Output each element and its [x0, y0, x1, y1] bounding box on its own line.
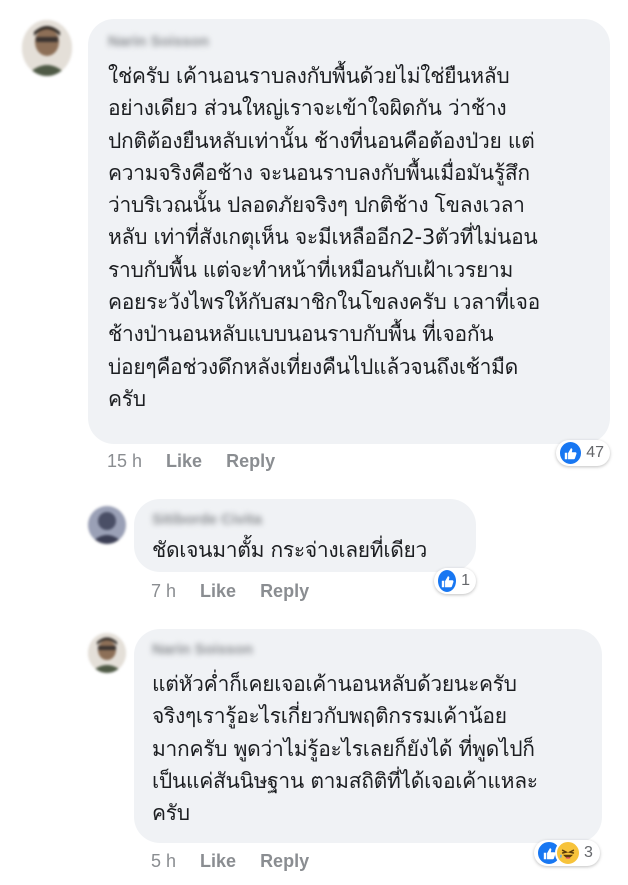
reply-button[interactable]: Reply — [260, 581, 309, 602]
comment-text: ใช่ครับ เค้านอนราบลงกับพื้นด้วยไม่ใช่ยืน… — [108, 60, 610, 415]
comment-bubble: Sitiborde Civita ชัดเจนมาตั้ม กระจ่างเลย… — [134, 499, 476, 572]
like-reaction-icon — [436, 568, 459, 594]
comment-text-line: เป็นแค่สันนิษฐาน ตามสถิติที่ได้เจอเค้าแห… — [152, 768, 538, 793]
comment-bubble: Narin Soisson แต่หัวค่ำก็เคยเจอเค้านอนหล… — [134, 629, 602, 843]
comment-text-line: ช้างป่านอนหลับแบบนอนราบกับพื้น ที่เจอกัน — [108, 322, 494, 347]
comment-text-line: ใช่ครับ เค้านอนราบลงกับพื้นด้วยไม่ใช่ยืน… — [108, 64, 510, 88]
comment-text-line: คอยระวังไพรให้กับสมาชิกในโขลงครับ เวลาที… — [108, 290, 540, 315]
comment-author[interactable]: Narin Soisson — [108, 32, 610, 52]
like-button[interactable]: Like — [200, 851, 236, 872]
comment-bubble: Narin Soisson ใช่ครับ เค้านอนราบลงกับพื้… — [88, 19, 610, 444]
avatar[interactable] — [88, 506, 126, 544]
comment-text-line: จริงๆเรารู้อะไรเกี่ยวกับพฤติกรรมเค้าน้อย — [152, 704, 507, 729]
comment-text-line: หลับ เท่าที่สังเกตุเห็น จะมีเหลืออีก2-3ต… — [108, 225, 538, 250]
comment-text-line: ครับ — [152, 801, 190, 826]
comment-text-line: บ่อยๆคือช่วงดึกหลังเที่ยงคืนไปแล้วจนถึงเ… — [108, 354, 519, 379]
comment-text-line: ว่าบริเวณนั้น ปลอดภัยจริงๆ ปกติช้าง โขลง… — [108, 193, 525, 218]
reaction-count: 1 — [461, 572, 470, 589]
reaction-summary[interactable]: 1 — [434, 568, 476, 594]
reply-button[interactable]: Reply — [260, 851, 309, 872]
comment-text-line: ราบกับพื้น แต่จะทำหน้าที่เหมือนกับเฝ้าเว… — [108, 257, 513, 282]
comment-text-line: มากครับ พูดว่าไม่รู้อะไรเลยก็ยังได้ ที่พ… — [152, 736, 535, 761]
comment-text: ชัดเจนมาตั้ม กระจ่างเลยที่เดียว — [152, 534, 476, 566]
comment-author[interactable]: Sitiborde Civita — [152, 510, 476, 530]
comment-actions: 5 h Like Reply — [151, 851, 333, 872]
comment-text: แต่หัวค่ำก็เคยเจอเค้านอนหลับด้วยนะครับ จ… — [152, 668, 602, 829]
reaction-count: 47 — [586, 444, 604, 461]
like-reaction-icon — [558, 440, 584, 466]
avatar[interactable] — [22, 20, 72, 76]
comment-timestamp[interactable]: 15 h — [107, 451, 142, 472]
reaction-summary[interactable]: 47 — [556, 440, 610, 466]
comment-text-line: ครับ — [108, 386, 146, 411]
comment-text-line: ชัดเจนมาตั้ม กระจ่างเลยที่เดียว — [152, 538, 428, 562]
reply-button[interactable]: Reply — [226, 451, 275, 472]
comment-actions: 7 h Like Reply — [151, 581, 333, 602]
comment-actions: 15 h Like Reply — [107, 451, 299, 472]
reaction-summary[interactable]: 3 — [534, 840, 600, 866]
like-button[interactable]: Like — [166, 451, 202, 472]
comment-timestamp[interactable]: 7 h — [151, 581, 176, 602]
avatar[interactable] — [88, 633, 126, 673]
comment-text-line: อย่างเดียว ส่วนใหญ่เราจะเข้าใจผิดกัน ว่า… — [108, 96, 507, 121]
comment-text-line: แต่หัวค่ำก็เคยเจอเค้านอนหลับด้วยนะครับ — [152, 672, 517, 696]
like-button[interactable]: Like — [200, 581, 236, 602]
avatar-photo — [88, 506, 126, 544]
reaction-count: 3 — [584, 844, 593, 861]
avatar-photo — [22, 20, 72, 76]
comment-author[interactable]: Narin Soisson — [152, 640, 602, 660]
comment-text-line: ความจริงคือช้าง จะนอนราบลงกับพื้นเมื่อมั… — [108, 160, 530, 185]
haha-reaction-icon — [555, 840, 581, 866]
comment-text-line: ปกติต้องยืนหลับเท่านั้น ช้างที่นอนคือต้อ… — [108, 128, 535, 153]
avatar-photo — [88, 633, 126, 673]
comment-timestamp[interactable]: 5 h — [151, 851, 176, 872]
